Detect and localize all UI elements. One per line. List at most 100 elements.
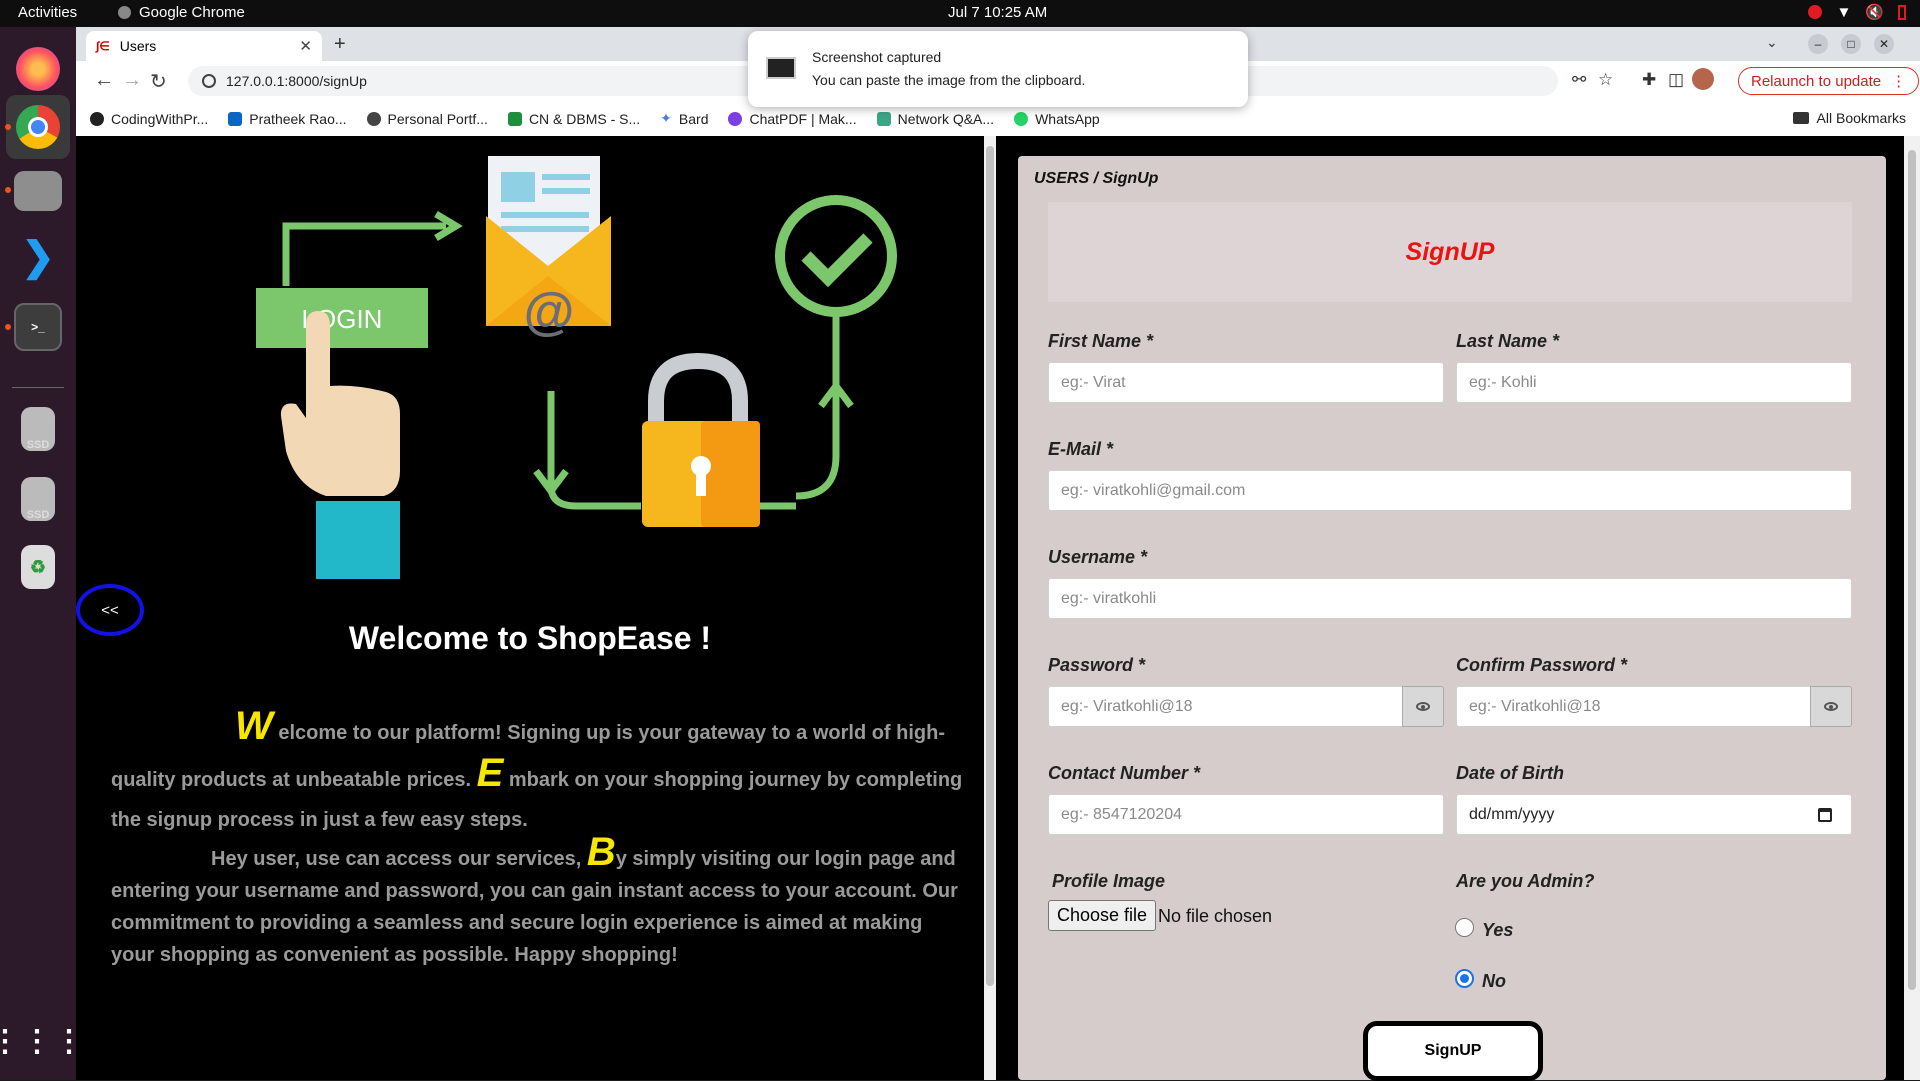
scrollbar-thumb[interactable]: [986, 146, 994, 986]
first-name-label: First Name *: [1048, 331, 1154, 351]
notification-body: You can paste the image from the clipboa…: [812, 72, 1086, 88]
share-icon[interactable]: ⚯: [1572, 70, 1586, 90]
username-input[interactable]: [1048, 578, 1852, 619]
system-tray[interactable]: ▼ 🔇: [1808, 3, 1906, 21]
sleeve-graphic: [316, 501, 400, 579]
choose-file-button[interactable]: Choose file: [1048, 900, 1157, 931]
confirm-password-input[interactable]: [1456, 686, 1812, 727]
email-input[interactable]: [1048, 470, 1852, 511]
chatpdf-icon: [728, 111, 743, 126]
clock[interactable]: Jul 7 10:25 AM: [948, 4, 1047, 21]
bookmark-star-icon[interactable]: ☆: [1598, 70, 1613, 90]
bookmark-item[interactable]: CN & DBMS - S...: [507, 111, 640, 127]
close-tab-icon[interactable]: ✕: [299, 37, 312, 55]
breadcrumb: USERS / SignUp: [1034, 170, 1159, 187]
globe-icon: [366, 111, 381, 126]
tab-search-icon[interactable]: ⌄: [1766, 34, 1778, 51]
minimize-button[interactable]: –: [1808, 34, 1828, 54]
bookmark-item[interactable]: ChatPDF | Mak...: [728, 111, 857, 127]
bookmark-item[interactable]: ✦ Bard: [660, 110, 708, 127]
flow-arrow: [282, 222, 446, 286]
drive-icon[interactable]: SSD: [21, 407, 55, 451]
forward-icon[interactable]: →: [122, 69, 142, 92]
files-icon[interactable]: [14, 171, 62, 211]
dob-placeholder: dd/mm/yyyy: [1469, 805, 1555, 823]
first-name-input[interactable]: [1048, 362, 1444, 403]
bookmark-item[interactable]: Network Q&A...: [876, 111, 994, 127]
site-info-icon[interactable]: [202, 74, 216, 88]
running-indicator: [5, 187, 11, 193]
tab-users[interactable]: ∫∈ Users ✕: [86, 31, 322, 61]
show-password-button[interactable]: [1402, 686, 1444, 727]
battery-icon: [1898, 4, 1906, 20]
dob-input[interactable]: dd/mm/yyyy: [1456, 794, 1852, 835]
bookmark-item[interactable]: CodingWithPr...: [90, 111, 208, 127]
contact-input[interactable]: [1048, 794, 1444, 835]
login-flow-illustration: LOGIN @: [256, 156, 897, 579]
maximize-button[interactable]: □: [1841, 34, 1861, 54]
screenshot-notification[interactable]: Screenshot captured You can paste the im…: [748, 31, 1248, 107]
right-scrollbar[interactable]: [1904, 136, 1920, 1080]
left-scrollbar[interactable]: [984, 136, 996, 1080]
at-sign-graphic: @: [524, 283, 575, 341]
trash-icon[interactable]: ♻: [21, 545, 55, 589]
app-name: Google Chrome: [139, 4, 245, 21]
password-label: Password *: [1048, 655, 1146, 675]
profile-avatar[interactable]: [1692, 68, 1714, 90]
terminal-icon[interactable]: >_: [14, 303, 62, 351]
drop-cap: E: [476, 751, 504, 795]
screenshot-thumbnail-icon: [766, 57, 796, 79]
checkmark-circle-graphic: [775, 195, 897, 317]
admin-yes-radio[interactable]: [1455, 918, 1474, 937]
url-text: 127.0.0.1:8000/signUp: [226, 73, 367, 89]
signup-card: USERS / SignUp SignUP First Name * Last …: [1018, 156, 1886, 1081]
notification-title: Screenshot captured: [812, 49, 942, 65]
new-tab-button[interactable]: +: [334, 33, 346, 56]
activities-button[interactable]: Activities: [18, 4, 77, 21]
admin-no-radio[interactable]: [1455, 969, 1474, 988]
login-info-text: Hey user, use can access our services,: [211, 848, 582, 870]
do-not-disturb-icon: [1808, 5, 1823, 19]
form-title-box: SignUP: [1048, 202, 1852, 302]
running-indicator: [5, 324, 11, 330]
bard-icon: ✦: [660, 110, 672, 126]
dob-label: Date of Birth: [1456, 763, 1564, 783]
drive-icon-2[interactable]: SSD: [21, 477, 55, 521]
password-input[interactable]: [1048, 686, 1404, 727]
signup-submit-button[interactable]: SignUP: [1363, 1021, 1543, 1081]
login-info-paragraph: Hey user, use can access our services, B…: [111, 832, 971, 971]
vscode-icon[interactable]: ❯: [14, 233, 62, 281]
admin-question-label: Are you Admin?: [1456, 871, 1595, 891]
app-menu[interactable]: Google Chrome: [118, 4, 245, 21]
no-file-chosen-text: No file chosen: [1158, 906, 1273, 926]
scrollbar-thumb[interactable]: [1908, 150, 1916, 990]
bookmark-item[interactable]: WhatsApp: [1014, 111, 1100, 127]
reload-icon[interactable]: ↻: [150, 69, 167, 94]
form-title: SignUP: [1405, 237, 1495, 266]
chrome-icon[interactable]: [6, 95, 70, 159]
username-label: Username *: [1048, 547, 1148, 567]
signup-panel: USERS / SignUp SignUP First Name * Last …: [996, 136, 1920, 1081]
bookmark-item[interactable]: Pratheek Rao...: [228, 111, 347, 127]
firefox-icon[interactable]: [16, 47, 60, 91]
all-bookmarks[interactable]: All Bookmarks: [1792, 110, 1906, 126]
close-window-button[interactable]: ✕: [1874, 34, 1894, 54]
lock-shackle-graphic: [648, 352, 748, 426]
page-content: LOGIN @ << Welcome to ShopEase ! W elcom…: [76, 136, 1920, 1081]
side-panel-icon[interactable]: ◫: [1668, 70, 1684, 90]
relaunch-button[interactable]: Relaunch to update ⋮: [1738, 67, 1920, 95]
admin-yes-label: Yes: [1482, 920, 1514, 940]
tab-title: Users: [119, 38, 157, 54]
calendar-icon[interactable]: [1818, 808, 1832, 822]
bookmark-item[interactable]: Personal Portf...: [366, 111, 488, 127]
chrome-small-icon: [118, 6, 131, 19]
last-name-input[interactable]: [1456, 362, 1852, 403]
whatsapp-icon: [1014, 111, 1029, 126]
more-menu-icon[interactable]: ⋮: [1891, 72, 1906, 90]
show-confirm-password-button[interactable]: [1810, 686, 1852, 727]
extensions-icon[interactable]: ✚: [1642, 70, 1656, 90]
back-icon[interactable]: ←: [94, 69, 114, 92]
favicon-icon: ∫∈: [96, 39, 110, 53]
checkmark-graphic: [801, 233, 873, 288]
app-grid-icon[interactable]: ⋮⋮⋮: [0, 1017, 84, 1065]
